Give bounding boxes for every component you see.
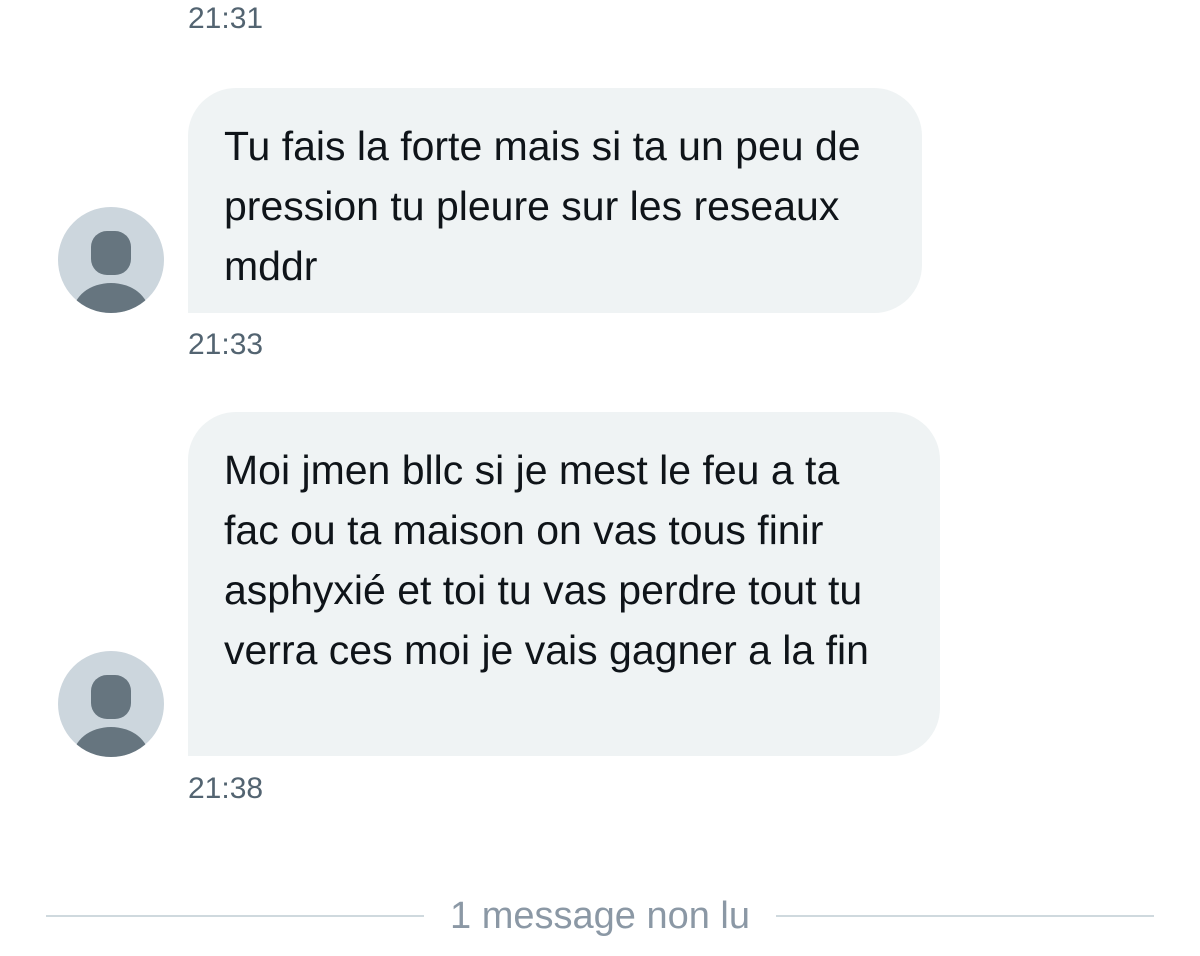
message-text: Moi jmen bllc si je mest le feu a ta fac… bbox=[224, 447, 869, 673]
avatar-head bbox=[91, 675, 131, 719]
message-timestamp: 21:31 bbox=[188, 2, 264, 35]
message-timestamp: 21:33 bbox=[188, 328, 264, 361]
message-timestamp: 21:38 bbox=[188, 772, 264, 805]
avatar-head bbox=[91, 231, 131, 275]
divider-line-left bbox=[46, 915, 425, 917]
message-bubble[interactable]: Moi jmen bllc si je mest le feu a ta fac… bbox=[188, 412, 940, 756]
avatar-body bbox=[73, 727, 149, 757]
dm-conversation: 21:31 Tu fais la forte mais si ta un peu… bbox=[0, 0, 1200, 956]
divider-line-right bbox=[776, 915, 1155, 917]
default-profile-icon[interactable] bbox=[58, 651, 164, 757]
default-profile-icon[interactable] bbox=[58, 207, 164, 313]
message-text: Tu fais la forte mais si ta un peu de pr… bbox=[224, 123, 861, 289]
message-bubble[interactable]: Tu fais la forte mais si ta un peu de pr… bbox=[188, 88, 922, 313]
unread-divider: 1 message non lu bbox=[46, 888, 1155, 944]
avatar-body bbox=[73, 283, 149, 313]
unread-divider-label: 1 message non lu bbox=[450, 894, 750, 937]
